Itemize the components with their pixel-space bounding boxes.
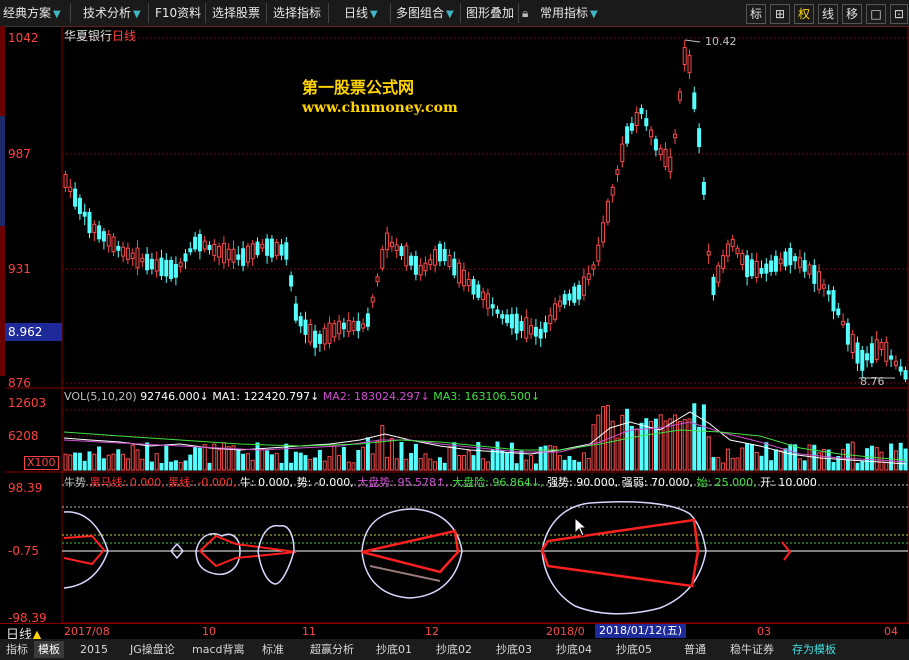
indicator-shapes bbox=[63, 501, 792, 615]
dropdown-arrow-icon: ▼ bbox=[370, 9, 378, 20]
ind-niu: 牛: 0.000, bbox=[239, 476, 294, 489]
dropdown-arrow-icon: ▼ bbox=[53, 9, 61, 20]
toolbar-overlay[interactable]: 图形叠加 bbox=[466, 4, 514, 22]
dropdown-arrow-icon: ▼ bbox=[446, 9, 454, 20]
indicator-axis-label: 98.39 bbox=[8, 481, 43, 495]
ind-shi: 势: -0.000, bbox=[296, 476, 354, 489]
window-button[interactable]: □ bbox=[866, 4, 886, 24]
watermark-url: www.chnmoney.com bbox=[302, 100, 458, 116]
tab-standard[interactable]: 标准 bbox=[258, 641, 288, 658]
dropdown-arrow-icon: ▼ bbox=[590, 9, 598, 20]
toolbar-technical-analysis[interactable]: 技术分析 ▼ bbox=[83, 4, 141, 22]
ind-kai: 开: 10.000 bbox=[760, 476, 817, 489]
tab-normal[interactable]: 普通 bbox=[680, 641, 710, 658]
toolbar-classic-scheme[interactable]: 经典方案 ▼ bbox=[3, 4, 61, 22]
volume-bars bbox=[63, 403, 908, 471]
ind-qiangshi: 强势: 90.000, bbox=[547, 476, 619, 489]
vol-ma1: MA1: 122420.797↓ bbox=[212, 390, 320, 403]
volume-axis-label: 12603 bbox=[8, 396, 47, 410]
date-label: 10 bbox=[202, 625, 216, 638]
move-button[interactable]: 移 bbox=[842, 4, 862, 24]
save-as-template-button[interactable]: 存为模板 bbox=[788, 641, 840, 658]
line-button[interactable]: 线 bbox=[818, 4, 838, 24]
toolbar-common-indicators[interactable]: 常用指标 ▼ bbox=[540, 4, 598, 22]
vol-ma3: MA3: 163106.500↓ bbox=[433, 390, 541, 403]
toolbar-select-stock[interactable]: 选择股票 bbox=[212, 4, 260, 22]
tab-jg[interactable]: JG操盘论 bbox=[126, 641, 179, 658]
toolbar-multi-chart[interactable]: 多图组合 ▼ bbox=[396, 4, 454, 22]
watermark-title: 第一股票公式网 bbox=[302, 78, 415, 97]
price-axis-label: 987 bbox=[8, 147, 31, 161]
toolbar-f10-info[interactable]: F10资料 bbox=[155, 4, 201, 22]
stock-period: 日线 bbox=[112, 29, 137, 43]
tab-super-win[interactable]: 超赢分析 bbox=[306, 641, 358, 658]
low-price-annotation: 8.76 bbox=[860, 375, 885, 388]
ind-qiangruo: 强弱: 70.000, bbox=[621, 476, 693, 489]
toolbar-daily-period[interactable]: 日线 ▼ bbox=[344, 4, 378, 22]
ind-heixian: 黑线: -0.000, bbox=[168, 476, 237, 489]
tab-bottom01[interactable]: 抄底01 bbox=[372, 641, 416, 658]
indicator-axis-label: -0.75 bbox=[8, 544, 40, 558]
candlestick-series bbox=[63, 40, 908, 383]
top-toolbar: 经典方案 ▼ 技术分析 ▼ F10资料 选择股票 选择指标 日线 ▼ 多图组合 ▼ 图形… bbox=[0, 0, 909, 27]
tab-indicator[interactable]: 指标 bbox=[2, 641, 32, 658]
tab-template[interactable]: 模板 bbox=[34, 641, 64, 658]
tab-macd[interactable]: macd背离 bbox=[188, 641, 249, 658]
mark-button[interactable]: 标 bbox=[746, 4, 766, 24]
maximize-button[interactable]: ⊡ bbox=[890, 4, 908, 24]
bottom-tab-bar: 指标 模板 2015 JG操盘论 macd背离 标准 超赢分析 抄底01 抄底0… bbox=[0, 639, 909, 660]
current-price-marker: 8.962 bbox=[5, 323, 62, 341]
toolbar-select-indicator[interactable]: 选择指标 bbox=[273, 4, 321, 22]
price-axis-label: 931 bbox=[8, 262, 31, 276]
volume-multiplier: X100 bbox=[24, 456, 59, 470]
tab-2015[interactable]: 2015 bbox=[76, 641, 112, 658]
high-price-annotation: 10.42 bbox=[705, 35, 737, 48]
stock-title: 华夏银行日线 bbox=[64, 27, 136, 44]
ind-title: 牛势 bbox=[64, 476, 86, 489]
tab-bottom02[interactable]: 抄底02 bbox=[432, 641, 476, 658]
indicator-header: 牛势 黑马线: 0.000, 黑线: -0.000, 牛: 0.000, 势: … bbox=[64, 474, 817, 490]
date-label: 2017/08 bbox=[64, 625, 110, 638]
date-label: 12 bbox=[425, 625, 439, 638]
cursor-date: 2018/01/12(五) bbox=[595, 624, 686, 638]
volume-header: VOL(5,10,20) 92746.000↓ MA1: 122420.797↓… bbox=[64, 390, 540, 403]
ind-dapanxian: 大盘险: 96.864↓, bbox=[452, 476, 544, 489]
vol-ma2: MA2: 183024.297↓ bbox=[322, 390, 430, 403]
date-label: 2018/0 bbox=[546, 625, 585, 638]
vol-title: VOL(5,10,20) bbox=[64, 390, 137, 403]
date-label: 04 bbox=[884, 625, 898, 638]
stock-name: 华夏银行 bbox=[64, 29, 113, 43]
date-axis: 2017/08 10 11 12 2018/0 2018/01/12(五) 03… bbox=[0, 623, 909, 639]
date-label: 03 bbox=[757, 625, 771, 638]
mouse-cursor-icon bbox=[574, 517, 588, 537]
date-label: 11 bbox=[302, 625, 316, 638]
ind-heima: 黑马线: 0.000, bbox=[89, 476, 165, 489]
tab-bottom03[interactable]: 抄底03 bbox=[492, 641, 536, 658]
tab-bottom05[interactable]: 抄底05 bbox=[612, 641, 656, 658]
vol-value: 92746.000↓ bbox=[140, 390, 209, 403]
tab-wenniu[interactable]: 稳牛证券 bbox=[726, 641, 778, 658]
volume-axis-label: 6208 bbox=[8, 429, 39, 443]
ind-dapanshi: 大盘势: 95.578↑, bbox=[357, 476, 449, 489]
grid-button[interactable]: ⊞ bbox=[770, 4, 790, 24]
ind-shi-start: 始: 25.000, bbox=[696, 476, 757, 489]
price-axis-label: 1042 bbox=[8, 31, 39, 45]
price-axis-label: 876 bbox=[8, 376, 31, 390]
rights-adjust-button[interactable]: 权 bbox=[794, 4, 814, 24]
lock-icon: 🔒︎ bbox=[522, 6, 529, 20]
tab-bottom04[interactable]: 抄底04 bbox=[552, 641, 596, 658]
dropdown-arrow-icon: ▼ bbox=[133, 9, 141, 20]
